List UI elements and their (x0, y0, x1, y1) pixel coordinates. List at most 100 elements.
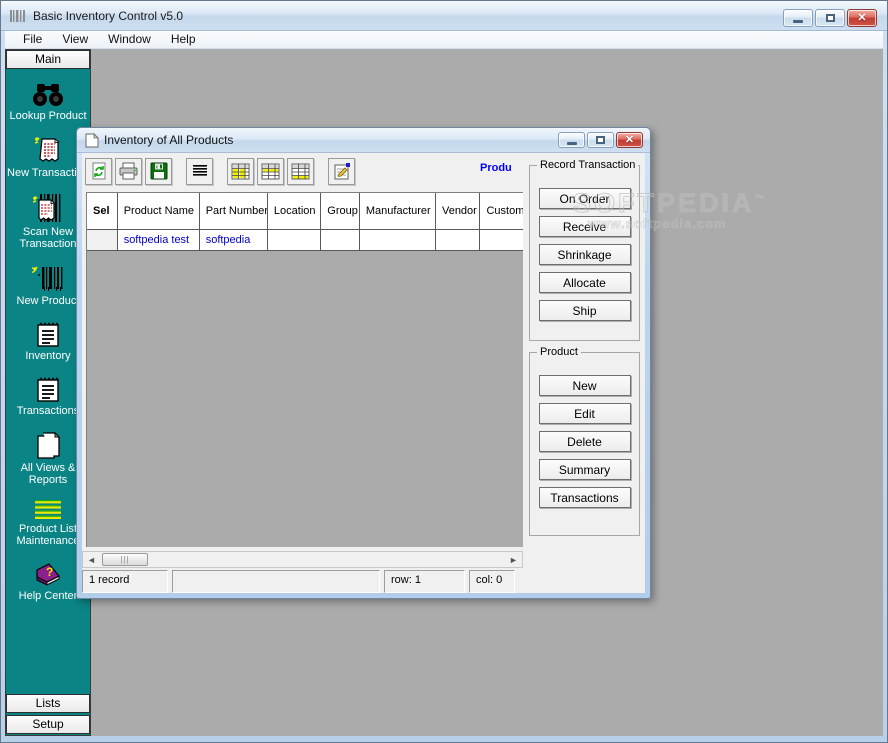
record-transaction-group: Record Transaction On Order Receive Shri… (529, 165, 640, 341)
scroll-right-arrow[interactable]: ► (505, 552, 522, 567)
binoculars-icon (32, 82, 64, 108)
summary-button[interactable]: Summary (539, 459, 631, 480)
cell-custom[interactable] (480, 230, 523, 251)
menu-file[interactable]: File (13, 31, 52, 48)
edit-product-button[interactable]: Edit (539, 403, 631, 424)
horizontal-scrollbar[interactable]: ◄ ||| ► (82, 551, 523, 568)
group-title: Product (537, 346, 581, 358)
column-header-vendor[interactable]: Vendor (436, 193, 481, 230)
close-icon: ✕ (625, 135, 634, 146)
table-rows-icon (291, 163, 310, 180)
striped-list-icon (33, 499, 63, 521)
child-restore-button[interactable] (587, 132, 614, 148)
new-receipt-icon (33, 135, 63, 165)
restore-icon (596, 136, 605, 144)
sidebar-item-label: New Product (17, 295, 80, 307)
column-header-group[interactable]: Group (321, 193, 360, 230)
column-header-part-number[interactable]: Part Number (200, 193, 268, 230)
child-client-area: x (82, 153, 645, 593)
refresh-icon (90, 162, 108, 180)
group-title: Record Transaction (537, 159, 638, 171)
cell-manufacturer[interactable] (360, 230, 436, 251)
child-window-title: Inventory of All Products (104, 133, 233, 147)
cell-group[interactable] (321, 230, 360, 251)
maximize-icon (826, 14, 835, 22)
child-titlebar[interactable]: Inventory of All Products ✕ (77, 128, 650, 153)
notepad-icon (34, 375, 62, 403)
minimize-button[interactable] (783, 9, 813, 27)
printer-icon (119, 162, 138, 180)
list-view-icon (191, 163, 209, 179)
cell-sel[interactable] (87, 230, 118, 251)
new-product-button[interactable]: New (539, 375, 631, 396)
column-header-location[interactable]: Location (268, 193, 321, 230)
on-order-button[interactable]: On Order (539, 188, 631, 209)
allocate-button[interactable]: Allocate (539, 272, 631, 293)
documents-icon (34, 430, 62, 460)
products-grid: Sel Product Name Part Number Location Gr… (86, 192, 523, 547)
transactions-button[interactable]: Transactions (539, 487, 631, 508)
main-titlebar[interactable]: Basic Inventory Control v5.0 ✕ (1, 1, 887, 31)
menu-window[interactable]: Window (98, 31, 161, 48)
window-title: Basic Inventory Control v5.0 (33, 9, 183, 23)
record-count: 1 record (82, 570, 168, 593)
cell-vendor[interactable] (436, 230, 481, 251)
column-header-manufacturer[interactable]: Manufacturer (360, 193, 436, 230)
status-bar: 1 record row: 1 col: 0 (82, 570, 523, 593)
scroll-left-arrow[interactable]: ◄ (83, 552, 100, 567)
cell-location[interactable] (268, 230, 321, 251)
child-minimize-button[interactable] (558, 132, 585, 148)
sidebar-item-label: Lookup Product (9, 110, 86, 122)
close-button[interactable]: ✕ (847, 9, 877, 27)
status-message (172, 570, 380, 593)
main-window: Basic Inventory Control v5.0 ✕ File View… (0, 0, 888, 743)
column-header-product-name[interactable]: Product Name (118, 193, 200, 230)
table-rows-view-button[interactable] (287, 158, 314, 185)
sidebar-item-label: Transactions (17, 405, 80, 417)
table-view-button[interactable] (257, 158, 284, 185)
menu-view[interactable]: View (52, 31, 98, 48)
sidebar-item-lookup-product[interactable]: Lookup Product (6, 82, 90, 122)
toolbar: x (85, 156, 355, 186)
close-icon: ✕ (857, 13, 866, 24)
column-header-sel[interactable]: Sel (87, 193, 118, 230)
product-link[interactable]: Produ (480, 162, 523, 174)
save-export-button[interactable]: x (145, 158, 172, 185)
table-highlight-icon (231, 163, 250, 180)
new-barcode-icon (31, 263, 65, 293)
ship-button[interactable]: Ship (539, 300, 631, 321)
grid-section: x (82, 153, 523, 593)
properties-button[interactable] (328, 158, 355, 185)
minimize-icon (567, 142, 577, 145)
scrollbar-thumb[interactable]: ||| (102, 553, 148, 566)
sidebar-tab-main[interactable]: Main (6, 50, 90, 69)
help-book-icon: ? (33, 560, 63, 588)
inventory-child-window: Inventory of All Products ✕ (76, 127, 651, 599)
action-panel: Record Transaction On Order Receive Shri… (523, 153, 645, 593)
product-group: Product New Edit Delete Summary Transact… (529, 352, 640, 536)
menu-help[interactable]: Help (161, 31, 206, 48)
notepad-icon (34, 320, 62, 348)
delete-product-button[interactable]: Delete (539, 431, 631, 452)
list-view-button[interactable] (186, 158, 213, 185)
table-highlight-view-button[interactable] (227, 158, 254, 185)
refresh-button[interactable] (85, 158, 112, 185)
receive-button[interactable]: Receive (539, 216, 631, 237)
maximize-button[interactable] (815, 9, 845, 27)
menubar: File View Window Help (5, 31, 883, 49)
sidebar-tab-setup[interactable]: Setup (6, 715, 90, 734)
cell-part-number[interactable]: softpedia (200, 230, 268, 251)
table-row[interactable]: softpedia test softpedia (87, 230, 523, 251)
sidebar-item-label: Inventory (25, 350, 70, 362)
print-button[interactable] (115, 158, 142, 185)
row-indicator: row: 1 (384, 570, 465, 593)
column-header-custom[interactable]: Custom (480, 193, 523, 230)
cell-product-name[interactable]: softpedia test (118, 230, 200, 251)
child-close-button[interactable]: ✕ (616, 132, 643, 148)
grid-header-row: Sel Product Name Part Number Location Gr… (87, 193, 523, 230)
barcode-app-icon (9, 8, 27, 24)
sidebar-tab-lists[interactable]: Lists (6, 694, 90, 713)
floppy-disk-icon: x (150, 162, 168, 180)
document-icon (85, 133, 99, 148)
shrinkage-button[interactable]: Shrinkage (539, 244, 631, 265)
